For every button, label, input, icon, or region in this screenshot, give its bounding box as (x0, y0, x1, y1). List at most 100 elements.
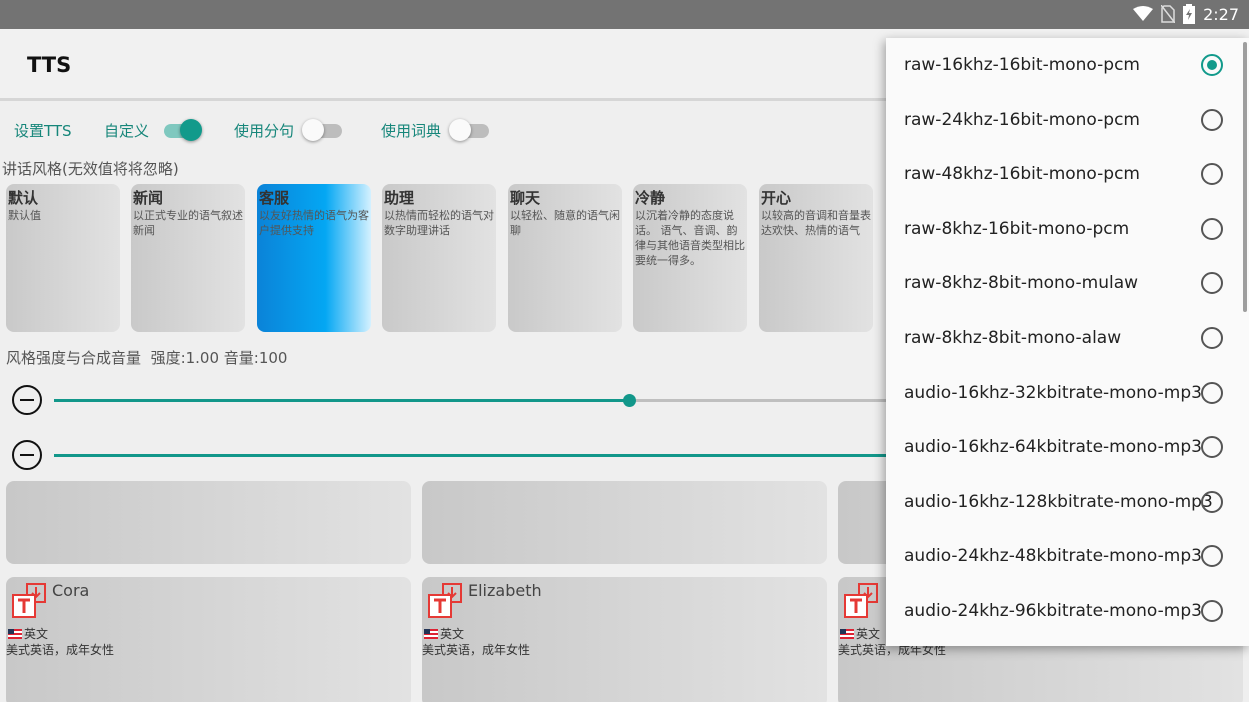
voice-description: 美式英语，成年女性 (422, 643, 531, 657)
format-option[interactable]: raw-48khz-16bit-mono-pcm (886, 147, 1249, 201)
style-card-desc: 以友好热情的语气为客户提供支持 (259, 209, 369, 237)
radio-icon[interactable] (1201, 436, 1223, 458)
style-card-title: 客服 (259, 189, 290, 207)
format-option[interactable]: audio-24khz-96kbitrate-mono-mp3 (886, 584, 1249, 638)
volume-decrease-button[interactable] (12, 440, 42, 470)
voice-language-text: 英文 (440, 627, 465, 641)
style-card-customer-service[interactable]: 客服 以友好热情的语气为客户提供支持 (257, 184, 371, 332)
custom-switch[interactable] (160, 117, 204, 141)
voice-card-cora[interactable]: Cora 英文 美式英语，成年女性 (6, 577, 411, 702)
voice-name: Elizabeth (468, 581, 542, 600)
set-tts-button[interactable]: 设置TTS (14, 120, 72, 141)
format-option-label: audio-24khz-48kbitrate-mono-mp3 (904, 546, 1202, 566)
radio-icon[interactable] (1201, 54, 1223, 76)
voice-description: 美式英语，成年女性 (6, 643, 115, 657)
format-option[interactable]: audio-24khz-48kbitrate-mono-mp3 (886, 529, 1249, 583)
format-option-label: raw-24khz-16bit-mono-pcm (904, 110, 1140, 130)
style-card-desc: 以沉着冷静的态度说话。 语气、音调、韵律与其他语音类型相比要统一得多。 (635, 209, 745, 267)
format-option[interactable]: raw-8khz-8bit-mono-mulaw (886, 256, 1249, 310)
voice-name: Cora (52, 581, 90, 600)
audio-format-dropdown: raw-16khz-16bit-mono-pcm raw-24khz-16bit… (886, 38, 1249, 646)
tts-voice-icon (11, 583, 47, 619)
format-option-label: audio-24khz-96kbitrate-mono-mp3 (904, 601, 1202, 621)
format-option-label: raw-48khz-16bit-mono-pcm (904, 164, 1140, 184)
us-flag-icon (8, 628, 22, 639)
style-card-title: 默认 (8, 189, 39, 207)
settings-toolbar: 设置TTS 自定义 使用分句 使用词典 (0, 112, 900, 146)
format-option-label: raw-8khz-16bit-mono-pcm (904, 219, 1130, 239)
style-card-chat[interactable]: 聊天 以轻松、随意的语气闲聊 (508, 184, 622, 332)
use-split-switch[interactable] (302, 117, 346, 141)
strength-slider-row (10, 382, 1114, 416)
style-card-desc: 以正式专业的语气叙述新闻 (133, 209, 243, 237)
voice-language: 英文 (424, 625, 464, 642)
strength-volume-title: 风格强度与合成音量 (6, 349, 142, 367)
style-card-desc: 以较高的音调和音量表达欢快、热情的语气 (761, 209, 871, 237)
voice-language: 英文 (8, 625, 48, 642)
use-dict-switch[interactable] (449, 117, 493, 141)
tts-voice-icon (843, 583, 879, 619)
tts-voice-icon (427, 583, 463, 619)
style-card-title: 新闻 (133, 189, 164, 207)
style-card-calm[interactable]: 冷静 以沉着冷静的态度说话。 语气、音调、韵律与其他语音类型相比要统一得多。 (633, 184, 747, 332)
voice-language-text: 英文 (856, 627, 881, 641)
format-option-label: audio-16khz-128kbitrate-mono-mp3 (904, 492, 1213, 512)
status-icons: 2:27 (1133, 4, 1239, 24)
voice-card-elizabeth[interactable]: Elizabeth 英文 美式英语，成年女性 (422, 577, 827, 702)
voice-card-partial[interactable] (6, 481, 411, 564)
format-option-label: raw-8khz-8bit-mono-mulaw (904, 273, 1139, 293)
style-card-assistant[interactable]: 助理 以热情而轻松的语气对数字助理讲话 (382, 184, 496, 332)
strength-slider-thumb[interactable] (623, 394, 636, 407)
clock: 2:27 (1203, 4, 1239, 24)
style-card-news[interactable]: 新闻 以正式专业的语气叙述新闻 (131, 184, 245, 332)
speaking-style-label: 讲话风格(无效值将将忽略) (2, 160, 179, 178)
style-card-default[interactable]: 默认 默认值 (6, 184, 120, 332)
style-card-cheerful[interactable]: 开心 以较高的音调和音量表达欢快、热情的语气 (759, 184, 873, 332)
style-card-title: 冷静 (635, 189, 666, 207)
radio-icon[interactable] (1201, 163, 1223, 185)
style-card-title: 助理 (384, 189, 415, 207)
wifi-icon (1133, 6, 1154, 22)
voice-language-text: 英文 (24, 627, 49, 641)
format-option-label: audio-16khz-32kbitrate-mono-mp3 (904, 383, 1202, 403)
format-option[interactable]: audio-16khz-128kbitrate-mono-mp3 (886, 475, 1249, 529)
voice-card-partial[interactable] (422, 481, 827, 564)
strength-volume-label: 风格强度与合成音量 强度:1.00 音量:100 (6, 347, 287, 368)
radio-icon[interactable] (1201, 491, 1223, 513)
format-option-label: raw-8khz-8bit-mono-alaw (904, 328, 1122, 348)
page-title: TTS (27, 53, 72, 77)
style-card-title: 开心 (761, 189, 792, 207)
custom-label: 自定义 (104, 122, 150, 140)
voice-language: 英文 (840, 625, 880, 642)
format-option[interactable]: raw-8khz-16bit-mono-pcm (886, 202, 1249, 256)
use-split-label: 使用分句 (234, 122, 295, 140)
format-option[interactable]: raw-8khz-8bit-mono-alaw (886, 311, 1249, 365)
us-flag-icon (424, 628, 438, 639)
radio-icon[interactable] (1201, 545, 1223, 567)
style-card-desc: 以轻松、随意的语气闲聊 (510, 209, 620, 237)
radio-icon[interactable] (1201, 218, 1223, 240)
format-option-label: audio-16khz-64kbitrate-mono-mp3 (904, 437, 1202, 457)
radio-icon[interactable] (1201, 382, 1223, 404)
dropdown-scrollbar[interactable] (1243, 42, 1247, 312)
style-card-desc: 默认值 (8, 209, 41, 222)
strength-slider-active-track (54, 399, 629, 402)
use-dict-label: 使用词典 (381, 122, 442, 140)
format-option[interactable]: raw-16khz-16bit-mono-pcm (886, 38, 1249, 92)
style-card-desc: 以热情而轻松的语气对数字助理讲话 (384, 209, 494, 237)
radio-icon[interactable] (1201, 272, 1223, 294)
radio-icon[interactable] (1201, 109, 1223, 131)
format-option[interactable]: audio-16khz-64kbitrate-mono-mp3 (886, 420, 1249, 474)
battery-icon (1183, 4, 1196, 24)
format-option-label: raw-16khz-16bit-mono-pcm (904, 55, 1140, 75)
volume-slider-row (10, 437, 1121, 471)
strength-volume-value: 强度:1.00 音量:100 (150, 349, 288, 367)
strength-decrease-button[interactable] (12, 385, 42, 415)
radio-icon[interactable] (1201, 327, 1223, 349)
radio-icon[interactable] (1201, 600, 1223, 622)
us-flag-icon (840, 628, 854, 639)
format-option[interactable]: raw-24khz-16bit-mono-pcm (886, 93, 1249, 147)
status-bar: 2:27 (0, 0, 1249, 29)
format-option[interactable]: audio-16khz-32kbitrate-mono-mp3 (886, 366, 1249, 420)
style-card-title: 聊天 (510, 189, 541, 207)
